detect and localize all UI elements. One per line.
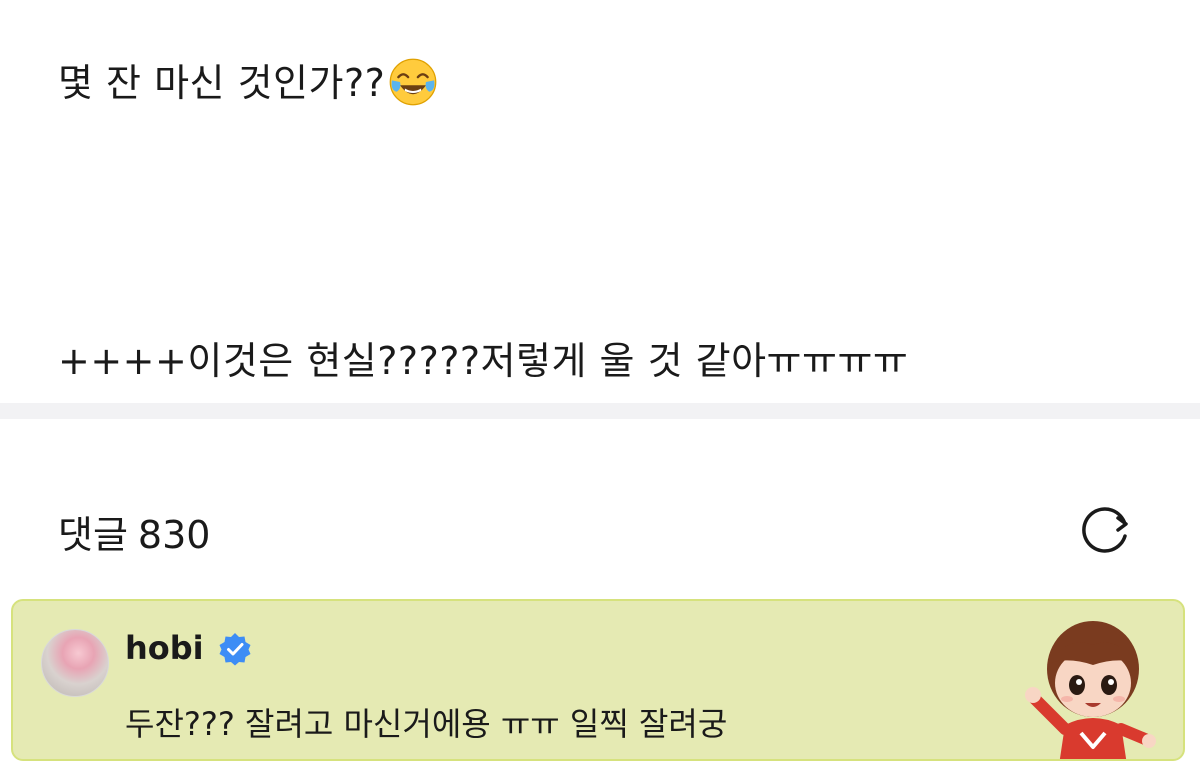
- section-divider: [0, 403, 1200, 419]
- comments-count: 830: [137, 513, 211, 557]
- character-sticker-icon: [1025, 621, 1156, 759]
- highlighted-comment[interactable]: hobi 두잔??? 잘려고 마신거에용 ㅠㅠ 일찍 잘려궁: [11, 599, 1185, 761]
- comment-text: 두잔??? 잘려고 마신거에용 ㅠㅠ 일찍 잘려궁: [125, 705, 728, 743]
- face-with-tears-of-joy-icon: [389, 58, 437, 105]
- comments-header: 댓글 830: [58, 504, 210, 559]
- comments-label: 댓글: [58, 513, 128, 557]
- verified-badge-icon: [219, 633, 251, 666]
- post-text-line-2: ++++이것은 현실?????저렇게 울 것 같아ㅠㅠㅠㅠ: [58, 339, 909, 383]
- post-text-1: 몇 잔 마신 것인가??: [58, 61, 386, 105]
- post-text-line-1: 몇 잔 마신 것인가??: [58, 52, 439, 108]
- avatar[interactable]: [41, 629, 109, 697]
- refresh-icon[interactable]: [1078, 502, 1134, 558]
- comment-author[interactable]: hobi: [125, 629, 204, 667]
